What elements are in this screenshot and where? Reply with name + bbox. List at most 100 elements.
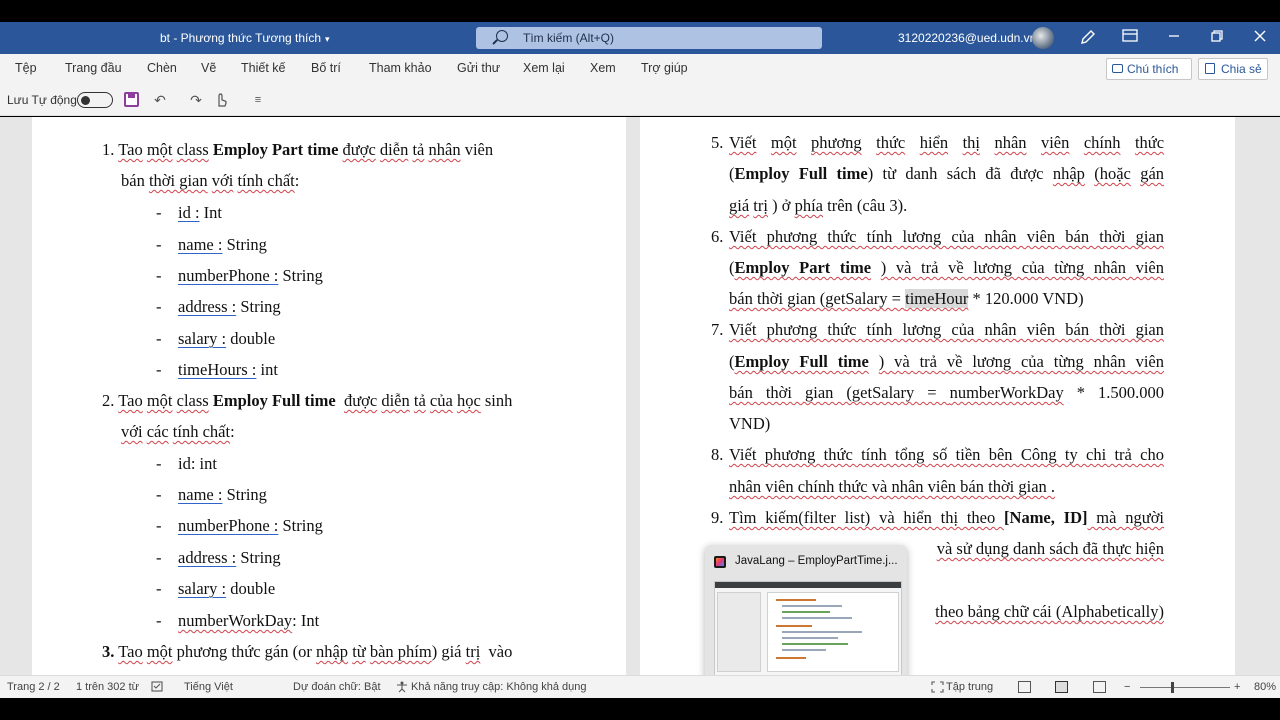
tab-view[interactable]: Xem: [590, 61, 616, 75]
account-name[interactable]: 3120220236@ued.udn.vn: [898, 31, 1036, 45]
page-count[interactable]: Trang 2 / 2: [7, 681, 60, 693]
search-input[interactable]: Tìm kiếm (Alt+Q): [476, 27, 822, 49]
tab-help[interactable]: Trợ giúp: [641, 61, 688, 75]
tab-file[interactable]: Tệp: [15, 61, 37, 75]
read-mode-icon[interactable]: [1018, 681, 1031, 693]
tab-layout[interactable]: Bố trí: [311, 61, 341, 75]
list-item-continuation: (Employ Full time ) và trả về lương của …: [729, 352, 1165, 371]
list-item-continuation: bán thời gian (getSalary = numberWorkDay…: [729, 383, 1164, 402]
document-title[interactable]: bt - Phương thức Tương thích ▾: [160, 31, 330, 45]
autosave-toggle[interactable]: [77, 92, 113, 108]
tab-references[interactable]: Tham khảo: [369, 61, 432, 75]
comment-icon: [1112, 64, 1123, 73]
zoom-in-button[interactable]: +: [1234, 681, 1240, 693]
tab-home[interactable]: Trang đầu: [65, 61, 122, 75]
chevron-down-icon: ▾: [325, 34, 330, 44]
customize-toolbar-icon[interactable]: ≡: [250, 92, 266, 108]
tab-insert[interactable]: Chèn: [147, 61, 177, 75]
search-placeholder: Tìm kiếm (Alt+Q): [523, 31, 615, 45]
video-letterbox-bottom: [0, 698, 1280, 720]
list-item-continuation: (Employ Full time) từ danh sách đã được …: [729, 164, 1165, 183]
list-number: 6.: [711, 227, 724, 246]
field-item: - numberPhone : String: [156, 266, 323, 285]
list-item-continuation: VND): [729, 414, 771, 433]
tab-mailings[interactable]: Gửi thư: [457, 61, 500, 75]
list-item-continuation: theo bảng chữ cái (Alphabetically): [935, 602, 1164, 621]
zoom-out-button[interactable]: −: [1124, 681, 1130, 693]
list-item-continuation: bán thời gian (getSalary = timeHour * 12…: [729, 289, 1084, 308]
zoom-slider[interactable]: [1140, 687, 1230, 688]
field-item: - name : String: [156, 485, 267, 504]
restore-icon[interactable]: [1207, 28, 1227, 48]
list-item: Viết phương thức tính tổng số tiền bên C…: [729, 445, 1164, 464]
list-item: Tìm kiếm(filter list) và hiển thị theo […: [729, 508, 1164, 527]
field-item: - salary : double: [156, 329, 276, 348]
list-item: 1. Tao một class Employ Part time được d…: [102, 140, 494, 159]
list-item-continuation: (Employ Part time ) và trả về lương của …: [729, 258, 1164, 277]
print-layout-icon[interactable]: [1055, 681, 1068, 693]
tab-review[interactable]: Xem lại: [523, 61, 565, 75]
minimize-icon[interactable]: [1164, 28, 1184, 48]
accessibility-icon[interactable]: [395, 681, 409, 696]
taskbar-thumbnail[interactable]: JavaLang – EmployPartTime.j...: [705, 545, 907, 686]
list-number: 9.: [711, 508, 724, 527]
quick-access-toolbar: Lưu Tự động ↶ ↷ ≡: [0, 84, 1280, 116]
window-preview[interactable]: [714, 581, 902, 679]
ribbon-tabs: Tệp Trang đầu Chèn Vẽ Thiết kế Bố trí Th…: [0, 54, 1280, 84]
list-item: 3. Tao một phương thức gán (or nhập từ b…: [102, 642, 513, 661]
list-item: 2. Tao một class Employ Full time được d…: [102, 391, 513, 410]
field-item: - numberPhone : String: [156, 516, 323, 535]
intellij-app-icon: [714, 556, 726, 568]
status-bar: Trang 2 / 2 1 trên 302 từ Tiếng Việt Dự …: [0, 675, 1280, 698]
list-item: Viết một phương thức hiển thị nhân viên …: [729, 133, 1165, 152]
word-count[interactable]: 1 trên 302 từ: [76, 681, 139, 693]
list-number: 5.: [711, 133, 724, 152]
proofing-icon[interactable]: [151, 681, 165, 696]
ribbon-display-icon[interactable]: [1120, 28, 1140, 48]
field-item: - address : String: [156, 548, 281, 567]
redo-icon[interactable]: ↷: [188, 92, 204, 108]
list-item-continuation: giá trị ) ở phía trên (câu 3).: [729, 196, 908, 215]
avatar[interactable]: [1032, 27, 1054, 49]
document-canvas: 1. Tao một class Employ Part time được d…: [0, 117, 1280, 675]
thumbnail-title: JavaLang – EmployPartTime.j...: [735, 555, 898, 567]
list-item: Viết phương thức tính lương của nhân viê…: [729, 320, 1164, 339]
field-item: - id: int: [156, 454, 217, 473]
field-item: - address : String: [156, 297, 281, 316]
field-item: - id : Int: [156, 203, 223, 222]
document-page-left[interactable]: 1. Tao một class Employ Part time được d…: [32, 117, 626, 675]
close-icon[interactable]: [1250, 28, 1270, 48]
language-indicator[interactable]: Tiếng Việt: [184, 681, 233, 693]
video-letterbox-top: [0, 0, 1280, 22]
list-item-continuation: và sử dụng danh sách đã thực hiện: [936, 539, 1164, 558]
zoom-slider-thumb[interactable]: [1171, 682, 1174, 693]
document-name: bt - Phương thức Tương thích: [160, 31, 322, 45]
accessibility-status[interactable]: Khả năng truy cập: Không khả dụng: [411, 681, 587, 693]
search-icon: [496, 30, 508, 42]
list-item-continuation: với các tính chất:: [121, 422, 235, 441]
autosave-label: Lưu Tự động: [7, 93, 77, 107]
text-predictions[interactable]: Dự đoán chữ: Bật: [293, 681, 381, 693]
touch-mode-icon[interactable]: [213, 92, 229, 108]
title-bar: bt - Phương thức Tương thích ▾ Tìm kiếm (…: [0, 22, 1280, 54]
focus-icon[interactable]: [931, 681, 944, 696]
list-number: 8.: [711, 445, 724, 464]
web-layout-icon[interactable]: [1093, 681, 1106, 693]
tab-design[interactable]: Thiết kế: [241, 61, 285, 75]
list-number: 7.: [711, 320, 724, 339]
undo-icon[interactable]: ↶: [152, 92, 168, 108]
share-label: Chia sẻ: [1221, 62, 1262, 76]
pen-icon[interactable]: [1078, 28, 1098, 48]
list-item-continuation: bán thời gian với tính chất:: [121, 171, 300, 190]
share-icon: [1205, 63, 1215, 74]
comments-button[interactable]: Chú thích: [1106, 58, 1192, 80]
field-item: - numberWorkDay: Int: [156, 611, 320, 630]
save-icon[interactable]: [124, 92, 139, 107]
field-item: - name : String: [156, 235, 267, 254]
field-item: - salary : double: [156, 579, 276, 598]
zoom-level[interactable]: 80%: [1254, 681, 1276, 693]
share-button[interactable]: Chia sẻ: [1198, 58, 1268, 80]
tab-draw[interactable]: Vẽ: [201, 61, 216, 75]
field-item: - timeHours : int: [156, 360, 278, 379]
focus-mode[interactable]: Tập trung: [946, 681, 993, 693]
